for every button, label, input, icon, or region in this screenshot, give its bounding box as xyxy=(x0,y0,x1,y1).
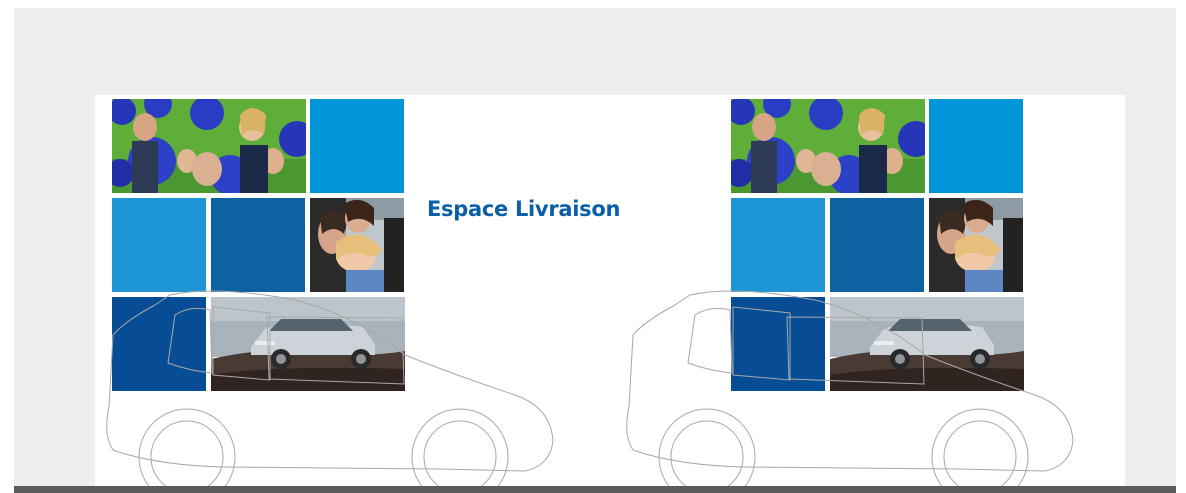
photo-tile-couple xyxy=(929,198,1023,292)
blue-tile-mid xyxy=(830,198,924,292)
blue-tile-sky xyxy=(310,99,404,193)
blue-tile-light xyxy=(731,198,825,292)
blue-tile-dark xyxy=(731,297,825,391)
photo-tile-couple xyxy=(310,198,404,292)
photo-tile-balloons xyxy=(112,99,306,193)
photo-tile-suv xyxy=(830,297,1024,391)
blue-tile-mid xyxy=(211,198,305,292)
photo-tile-balloons xyxy=(731,99,925,193)
mosaic-right xyxy=(731,99,1024,391)
banner-panel: Espace Livraison xyxy=(95,95,1125,486)
blue-tile-light xyxy=(112,198,206,292)
page-title: Espace Livraison xyxy=(427,197,621,221)
mosaic-left xyxy=(112,99,405,391)
blue-tile-dark xyxy=(112,297,206,391)
photo-tile-suv xyxy=(211,297,405,391)
bottom-bar xyxy=(14,486,1176,493)
blue-tile-sky xyxy=(929,99,1023,193)
